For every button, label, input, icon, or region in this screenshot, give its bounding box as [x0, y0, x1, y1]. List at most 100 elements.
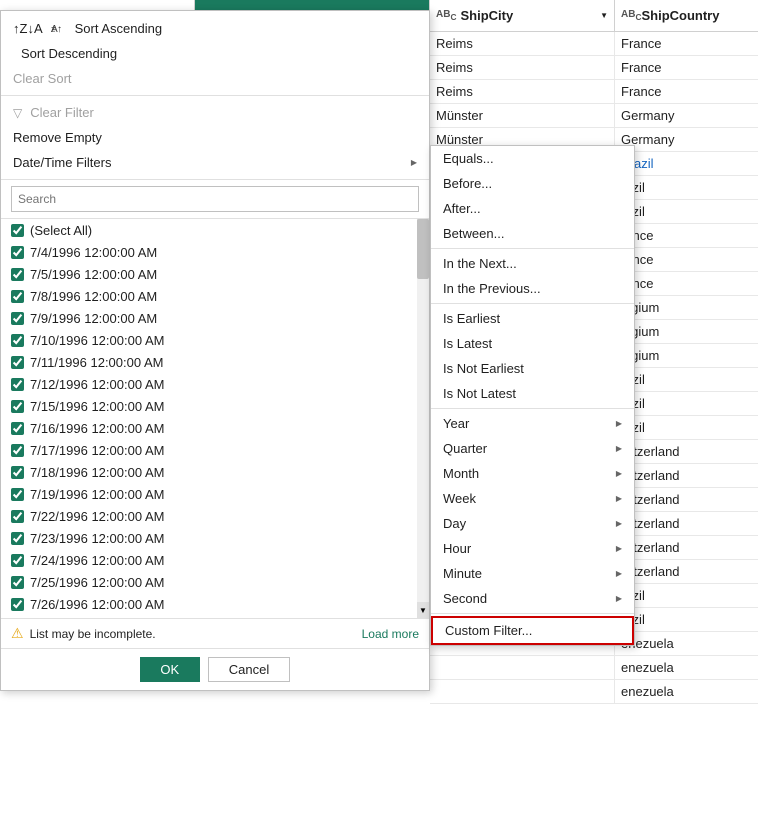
filter-section: ▽ Clear Filter Remove Empty Date/Time Fi… — [1, 96, 429, 180]
date-label-14: 7/24/1996 12:00:00 AM — [30, 553, 164, 568]
clear-sort-label: Clear Sort — [13, 71, 72, 86]
date-item-12[interactable]: 7/22/1996 12:00:00 AM — [1, 505, 429, 527]
cell-country-19: witzerland — [615, 488, 758, 511]
sort-asc-svg: A ↑ Z — [51, 20, 67, 36]
datetime-filters-item[interactable]: Date/Time Filters ▶ — [1, 150, 429, 175]
cell-country-4: Germany — [615, 128, 758, 151]
date-item-15[interactable]: 7/25/1996 12:00:00 AM — [1, 571, 429, 593]
abc-icon-country: ABC — [621, 9, 641, 22]
date-checkbox-12[interactable] — [11, 510, 24, 523]
cell-country-13: elgium — [615, 344, 758, 367]
cancel-button[interactable]: Cancel — [208, 657, 290, 682]
submenu-week[interactable]: Week — [431, 486, 634, 511]
date-item-6[interactable]: 7/12/1996 12:00:00 AM — [1, 373, 429, 395]
cell-country-10: rance — [615, 272, 758, 295]
date-checkbox-14[interactable] — [11, 554, 24, 567]
checkbox-list[interactable]: (Select All) 7/4/1996 12:00:00 AM7/5/199… — [1, 219, 429, 619]
submenu-before[interactable]: Before... — [431, 171, 634, 196]
submenu-day[interactable]: Day — [431, 511, 634, 536]
date-item-9[interactable]: 7/17/1996 12:00:00 AM — [1, 439, 429, 461]
submenu-after[interactable]: After... — [431, 196, 634, 221]
select-all-checkbox[interactable] — [11, 224, 24, 237]
submenu-second[interactable]: Second — [431, 586, 634, 611]
sort-ascending-item[interactable]: ↑Z↓A A ↑ Z Sort Ascending — [1, 15, 429, 41]
date-checkbox-7[interactable] — [11, 400, 24, 413]
date-item-1[interactable]: 7/5/1996 12:00:00 AM — [1, 263, 429, 285]
date-checkbox-1[interactable] — [11, 268, 24, 281]
column-shipcountry: ABC ShipCountry — [615, 0, 758, 31]
clear-filter-item[interactable]: ▽ Clear Filter — [1, 100, 429, 125]
date-checkbox-6[interactable] — [11, 378, 24, 391]
date-checkbox-3[interactable] — [11, 312, 24, 325]
submenu-custom-filter[interactable]: Custom Filter... — [431, 616, 634, 645]
custom-filter-label: Custom Filter... — [445, 623, 532, 638]
scrollbar-thumb[interactable] — [417, 219, 429, 279]
date-checkbox-0[interactable] — [11, 246, 24, 259]
svg-text:↑: ↑ — [57, 24, 62, 35]
table-row: enezuela — [430, 680, 758, 704]
submenu-between[interactable]: Between... — [431, 221, 634, 246]
submenu-in-the-next[interactable]: In the Next... — [431, 251, 634, 276]
select-all-item[interactable]: (Select All) — [1, 219, 429, 241]
scrollbar-track[interactable]: ▲ ▼ — [417, 219, 429, 618]
date-item-0[interactable]: 7/4/1996 12:00:00 AM — [1, 241, 429, 263]
minute-label: Minute — [443, 566, 482, 581]
date-item-16[interactable]: 7/26/1996 12:00:00 AM — [1, 593, 429, 615]
shipcity-dropdown-arrow[interactable]: ▼ — [600, 11, 608, 20]
date-item-2[interactable]: 7/8/1996 12:00:00 AM — [1, 285, 429, 307]
date-items-container: 7/4/1996 12:00:00 AM7/5/1996 12:00:00 AM… — [1, 241, 429, 615]
submenu-is-not-earliest[interactable]: Is Not Earliest — [431, 356, 634, 381]
year-label: Year — [443, 416, 469, 431]
submenu-year[interactable]: Year — [431, 411, 634, 436]
equals-label: Equals... — [443, 151, 494, 166]
date-item-3[interactable]: 7/9/1996 12:00:00 AM — [1, 307, 429, 329]
table-row: enezuela — [430, 656, 758, 680]
submenu-minute[interactable]: Minute — [431, 561, 634, 586]
date-checkbox-15[interactable] — [11, 576, 24, 589]
date-item-7[interactable]: 7/15/1996 12:00:00 AM — [1, 395, 429, 417]
cell-city-3: Münster — [430, 104, 615, 127]
abc-icon-city: ABC — [436, 9, 456, 22]
remove-empty-label: Remove Empty — [13, 130, 102, 145]
submenu-equals[interactable]: Equals... — [431, 146, 634, 171]
submenu-hour[interactable]: Hour — [431, 536, 634, 561]
date-item-10[interactable]: 7/18/1996 12:00:00 AM — [1, 461, 429, 483]
submenu-quarter[interactable]: Quarter — [431, 436, 634, 461]
date-checkbox-2[interactable] — [11, 290, 24, 303]
cell-country-14: razil — [615, 368, 758, 391]
load-more-link[interactable]: Load more — [362, 627, 419, 641]
search-input[interactable] — [11, 186, 419, 212]
cell-country-6: razil — [615, 176, 758, 199]
date-item-8[interactable]: 7/16/1996 12:00:00 AM — [1, 417, 429, 439]
date-checkbox-16[interactable] — [11, 598, 24, 611]
dropdown-panel: ↑Z↓A A ↑ Z Sort Ascending Sort Descendin… — [0, 10, 430, 691]
table-row: ReimsFrance — [430, 80, 758, 104]
submenu-is-latest[interactable]: Is Latest — [431, 331, 634, 356]
date-checkbox-5[interactable] — [11, 356, 24, 369]
submenu-in-the-previous[interactable]: In the Previous... — [431, 276, 634, 301]
date-item-5[interactable]: 7/11/1996 12:00:00 AM — [1, 351, 429, 373]
date-item-14[interactable]: 7/24/1996 12:00:00 AM — [1, 549, 429, 571]
date-checkbox-4[interactable] — [11, 334, 24, 347]
cell-country-7: razil — [615, 200, 758, 223]
date-item-4[interactable]: 7/10/1996 12:00:00 AM — [1, 329, 429, 351]
remove-empty-item[interactable]: Remove Empty — [1, 125, 429, 150]
cell-country-16: razil — [615, 416, 758, 439]
submenu-is-earliest[interactable]: Is Earliest — [431, 306, 634, 331]
date-item-11[interactable]: 7/19/1996 12:00:00 AM — [1, 483, 429, 505]
sort-descending-item[interactable]: Sort Descending — [1, 41, 429, 66]
date-label-2: 7/8/1996 12:00:00 AM — [30, 289, 157, 304]
date-checkbox-8[interactable] — [11, 422, 24, 435]
date-checkbox-9[interactable] — [11, 444, 24, 457]
scrollbar-down-arrow[interactable]: ▼ — [417, 602, 429, 618]
sort-section: ↑Z↓A A ↑ Z Sort Ascending Sort Descendin… — [1, 11, 429, 96]
date-checkbox-13[interactable] — [11, 532, 24, 545]
ok-button[interactable]: OK — [140, 657, 200, 682]
date-checkbox-11[interactable] — [11, 488, 24, 501]
clear-sort-item[interactable]: Clear Sort — [1, 66, 429, 91]
submenu-is-not-latest[interactable]: Is Not Latest — [431, 381, 634, 406]
date-checkbox-10[interactable] — [11, 466, 24, 479]
date-item-13[interactable]: 7/23/1996 12:00:00 AM — [1, 527, 429, 549]
date-label-5: 7/11/1996 12:00:00 AM — [30, 355, 163, 370]
submenu-month[interactable]: Month — [431, 461, 634, 486]
